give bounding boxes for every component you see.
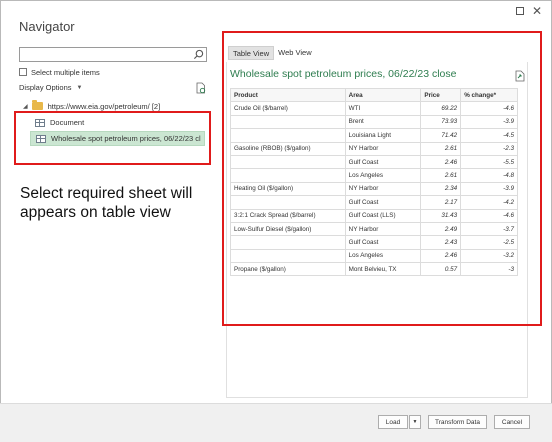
load-dropdown-button[interactable]: ▼ [409,415,421,429]
cancel-button[interactable]: Cancel [494,415,530,429]
chevron-expanded-icon[interactable]: ◢ [23,103,28,110]
highlight-box-selection [14,111,211,165]
select-multiple-label: Select multiple items [31,67,100,77]
annotation-text: Select required sheet will appears on ta… [20,185,193,221]
select-multiple-checkbox[interactable] [19,68,27,76]
chevron-down-icon: ▼ [412,419,418,425]
display-options-label: Display Options [19,83,72,92]
search-input[interactable] [19,47,207,62]
page-title: Navigator [19,19,75,34]
folder-icon [31,100,43,110]
restore-icon [516,7,524,15]
tree-root-label: https://www.eia.gov/petroleum/ [2] [47,101,161,111]
restore-button[interactable] [513,4,527,18]
highlight-box-table-view [222,31,542,326]
load-button[interactable]: Load [378,415,408,429]
refresh-icon[interactable] [195,82,206,94]
select-multiple-row[interactable]: Select multiple items [19,67,100,77]
search-icon[interactable] [193,49,204,60]
transform-data-button[interactable]: Transform Data [428,415,487,429]
chevron-down-icon: ▼ [76,84,83,91]
close-button[interactable]: ✕ [530,4,544,18]
close-icon: ✕ [531,4,543,18]
display-options-dropdown[interactable]: Display Options ▼ [19,83,82,92]
